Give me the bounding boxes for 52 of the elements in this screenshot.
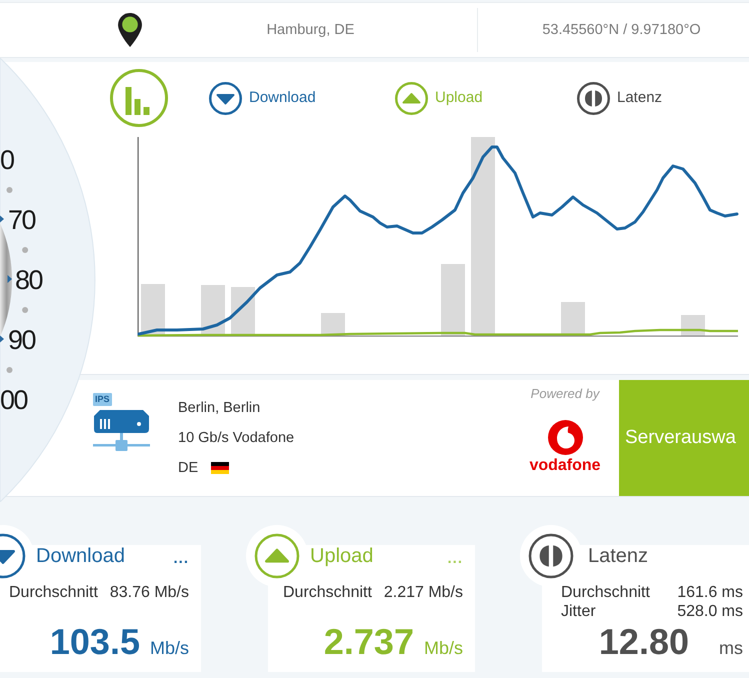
result-unit: Mb/s — [150, 638, 189, 659]
brand-name: vodafone — [529, 456, 601, 476]
result-value: 2.737 — [324, 622, 414, 662]
coordinates-text: 53.45560°N / 9.97180°O — [542, 22, 701, 38]
legend-item[interactable]: Download — [209, 82, 316, 114]
result-title: Latenz — [588, 545, 648, 567]
legend-item[interactable]: Latenz — [577, 82, 662, 114]
result-title: Download — [36, 545, 125, 567]
logo-icon — [548, 420, 582, 455]
stat-label: Durchschnitt — [561, 583, 650, 602]
chart-bar — [321, 313, 345, 336]
stat-value: 2.217 Mb/s — [384, 583, 463, 602]
triangle-marker-icon — [0, 335, 4, 343]
chart-bar — [681, 315, 705, 336]
result-unit: ms — [719, 638, 743, 659]
result-value: 12.80 — [598, 622, 689, 662]
server-location: Berlin, Berlin — [178, 399, 260, 418]
chart-bar — [141, 284, 165, 336]
stat-value: 83.76 Mb/s — [110, 583, 189, 602]
triangle-marker-icon — [0, 215, 4, 223]
server-connection: 10 Gb/s Vodafone — [178, 429, 294, 448]
server-icon — [93, 408, 150, 453]
chart-bar — [561, 302, 585, 336]
result-unit: Mb/s — [424, 638, 463, 659]
gauge-number: 00 — [0, 384, 28, 417]
location-pin-icon — [118, 13, 142, 47]
tick-dot — [22, 247, 28, 253]
chart-bar — [201, 285, 225, 336]
tick-dot — [6, 367, 12, 373]
stat-label: Jitter — [561, 602, 596, 621]
gauge-number: 0 — [0, 144, 14, 177]
result-value: 103.5 — [50, 622, 140, 662]
ips-tag: IPS — [93, 393, 112, 406]
country-code: DE — [178, 459, 198, 478]
tick-dot — [22, 307, 28, 313]
triangle-marker-icon — [8, 275, 12, 283]
location-text: Hamburg, DE — [266, 22, 354, 38]
stat-value: 528.0 ms — [677, 602, 743, 621]
more-button[interactable]: ... — [173, 553, 189, 565]
gauge-number: 90 — [8, 324, 36, 357]
stat-label: Durchschnitt — [9, 583, 98, 602]
stat-value: 161.6 ms — [677, 583, 743, 602]
chart-bar — [441, 264, 465, 336]
bar-chart-icon[interactable] — [110, 69, 168, 127]
flag-icon — [211, 462, 230, 474]
gauge-number: 80 — [15, 264, 42, 297]
result-title: Upload — [310, 545, 374, 567]
stat-label: Durchschnitt — [283, 583, 372, 602]
tick-dot — [6, 187, 12, 193]
gauge-number: 70 — [8, 204, 36, 237]
powered-by-text: Powered by — [530, 386, 600, 402]
split-circle-icon — [577, 82, 610, 114]
